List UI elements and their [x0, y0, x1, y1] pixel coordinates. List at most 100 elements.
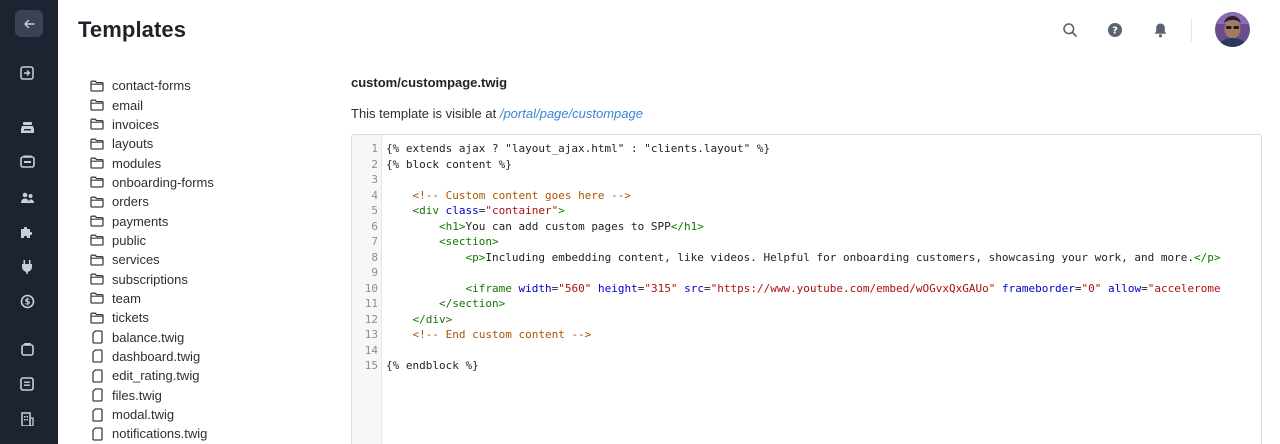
code-text: <h1>You can add custom pages to SPP</h1>: [378, 219, 704, 235]
tree-item-label: layouts: [112, 136, 154, 152]
tree-item-label: payments: [112, 213, 169, 229]
line-number: 14: [364, 343, 378, 357]
folder-item[interactable]: contact-forms: [90, 76, 214, 95]
line-number: 13: [364, 328, 378, 341]
line-number: 4: [371, 188, 378, 202]
folder-icon: [90, 98, 104, 112]
code-token: frameborder: [1002, 281, 1075, 295]
line-number: 5: [371, 204, 378, 217]
tree-item-label: dashboard.twig: [112, 348, 201, 364]
page-title: Templates: [78, 17, 187, 42]
users-icon[interactable]: [19, 189, 35, 205]
back-button[interactable]: [15, 10, 43, 37]
code-line: 14: [352, 343, 1261, 359]
notifications-button[interactable]: [1151, 21, 1169, 39]
plug-icon[interactable]: [19, 258, 35, 274]
code-editor[interactable]: 1 {% extends ajax ? "layout_ajax.html" : …: [351, 134, 1262, 444]
tree-item-label: files.twig: [112, 387, 162, 403]
tree-item-label: modal.twig: [112, 407, 175, 423]
folder-item[interactable]: team: [90, 289, 214, 308]
folder-item[interactable]: orders: [90, 192, 214, 211]
folder-icon: [90, 214, 104, 228]
folder-item[interactable]: tickets: [90, 308, 214, 327]
file-item[interactable]: notifications.twig: [90, 424, 214, 443]
file-item[interactable]: modal.twig: [90, 405, 214, 424]
code-text: {% endblock %}: [378, 358, 479, 374]
sign-in-icon[interactable]: [19, 65, 35, 81]
code-token: <section>: [438, 235, 499, 248]
code-token: <iframe: [465, 281, 519, 295]
folder-item[interactable]: layouts: [90, 134, 214, 153]
document-icon[interactable]: [19, 376, 35, 392]
folder-item[interactable]: public: [90, 231, 214, 250]
search-button[interactable]: [1061, 21, 1079, 39]
code-line: 13 <!-- End custom content -->: [352, 327, 1261, 343]
line-number: 6: [371, 219, 378, 233]
file-icon: [90, 407, 104, 422]
line-number: 9: [371, 266, 378, 279]
code-text: {% extends ajax ? "layout_ajax.html" : "…: [378, 141, 770, 157]
folder-item[interactable]: invoices: [90, 115, 214, 134]
code-line: 4 <!-- Custom content goes here -->: [352, 188, 1261, 204]
code-line: 9: [352, 265, 1261, 281]
template-name: custom/custompage.twig: [351, 75, 508, 90]
help-button[interactable]: ?: [1106, 21, 1124, 39]
tree-item-label: balance.twig: [112, 329, 185, 345]
code-text: <div class="container">: [378, 203, 565, 219]
code-content[interactable]: 1 {% extends ajax ? "layout_ajax.html" : …: [352, 141, 1261, 374]
file-item[interactable]: files.twig: [90, 386, 214, 405]
code-line: 7 <section>: [352, 234, 1261, 250]
puzzle-icon[interactable]: [19, 224, 35, 240]
ticket-icon[interactable]: [19, 154, 35, 170]
code-token: "accelerome: [1147, 281, 1221, 295]
file-icon: [90, 330, 104, 344]
file-item[interactable]: edit_rating.twig: [90, 366, 214, 385]
avatar[interactable]: [1215, 12, 1250, 47]
tree-item-label: team: [112, 290, 141, 306]
code-token: allow: [1107, 281, 1142, 295]
file-item[interactable]: balance.twig: [90, 327, 214, 346]
code-line: 11 </section>: [352, 296, 1261, 312]
folder-icon: [90, 137, 104, 151]
file-item[interactable]: dashboard.twig: [90, 347, 214, 366]
bell-icon: [1154, 23, 1166, 38]
folder-icon: [90, 253, 104, 267]
folder-icon: [90, 291, 104, 305]
folder-item[interactable]: payments: [90, 211, 214, 230]
folder-item[interactable]: modules: [90, 153, 214, 172]
folder-icon: [90, 233, 104, 247]
code-token: class: [445, 204, 479, 217]
template-public-link[interactable]: /portal/page/custompage: [500, 106, 643, 121]
line-number: 8: [371, 250, 378, 264]
folder-icon: [90, 311, 104, 325]
header-divider: [1191, 18, 1192, 42]
code-text: <!-- Custom content goes here -->: [378, 188, 632, 204]
code-token: <p>: [465, 250, 486, 264]
folder-item[interactable]: email: [90, 95, 214, 114]
code-line: 3: [352, 172, 1261, 188]
building-icon[interactable]: [19, 411, 35, 427]
folder-item[interactable]: services: [90, 250, 214, 269]
file-icon: [90, 388, 104, 402]
inbox-icon[interactable]: [19, 119, 35, 135]
code-token: <div: [412, 204, 446, 217]
tree-item-label: onboarding-forms: [112, 174, 214, 190]
line-number: 3: [371, 173, 378, 186]
folder-item[interactable]: subscriptions: [90, 269, 214, 288]
code-token: Including embedding content, like videos…: [485, 250, 1194, 264]
code-token: >: [558, 204, 565, 217]
billing-icon[interactable]: $: [19, 293, 35, 309]
code-token: width: [518, 281, 552, 295]
code-text: <!-- End custom content -->: [378, 327, 592, 343]
box-icon[interactable]: [19, 341, 35, 357]
line-number: 10: [364, 281, 378, 295]
code-line: 5 <div class="container">: [352, 203, 1261, 219]
folder-item[interactable]: onboarding-forms: [90, 173, 214, 192]
